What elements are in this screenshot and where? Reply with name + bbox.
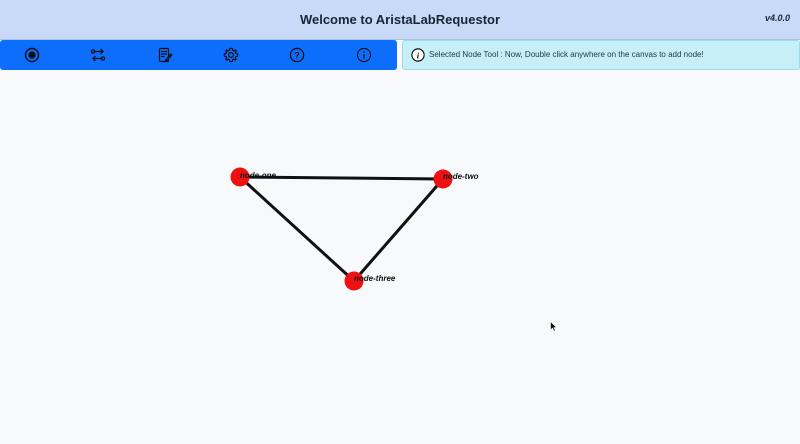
app-title: Welcome to AristaLabRequestor xyxy=(299,12,501,27)
help-icon: ? xyxy=(289,47,305,63)
edit-notes-button[interactable] xyxy=(157,47,173,63)
edit-notes-icon xyxy=(157,47,173,63)
about-button[interactable] xyxy=(356,47,372,63)
banner-message: Selected Node Tool : Now, Double click a… xyxy=(429,50,704,59)
link-node-two-node-three[interactable] xyxy=(352,178,445,282)
info-icon xyxy=(356,47,372,63)
tool-status-banner: i Selected Node Tool : Now, Double click… xyxy=(402,40,800,70)
svg-text:?: ? xyxy=(294,50,300,60)
record-node-icon xyxy=(24,47,40,63)
link-node-one-node-three[interactable] xyxy=(238,175,356,283)
mouse-pointer-icon xyxy=(550,321,558,332)
node-three-label: node-three xyxy=(354,274,396,283)
app-header: Welcome to AristaLabRequestor v4.0.0 xyxy=(0,0,800,40)
record-node-button[interactable] xyxy=(24,47,40,63)
node-two-label: node-two xyxy=(443,172,479,181)
info-icon: i xyxy=(411,48,425,62)
connect-links-button[interactable] xyxy=(90,47,106,63)
connect-links-icon xyxy=(90,47,106,63)
gear-icon xyxy=(223,47,239,63)
topology-graph[interactable]: node-one node-two node-three xyxy=(0,70,800,444)
toolbar: ? xyxy=(0,40,397,70)
node-one-label: node-one xyxy=(240,171,277,180)
settings-button[interactable] xyxy=(223,47,239,63)
help-button[interactable]: ? xyxy=(289,47,305,63)
version-label: v4.0.0 xyxy=(764,13,790,23)
topology-canvas[interactable]: node-one node-two node-three xyxy=(0,70,800,444)
